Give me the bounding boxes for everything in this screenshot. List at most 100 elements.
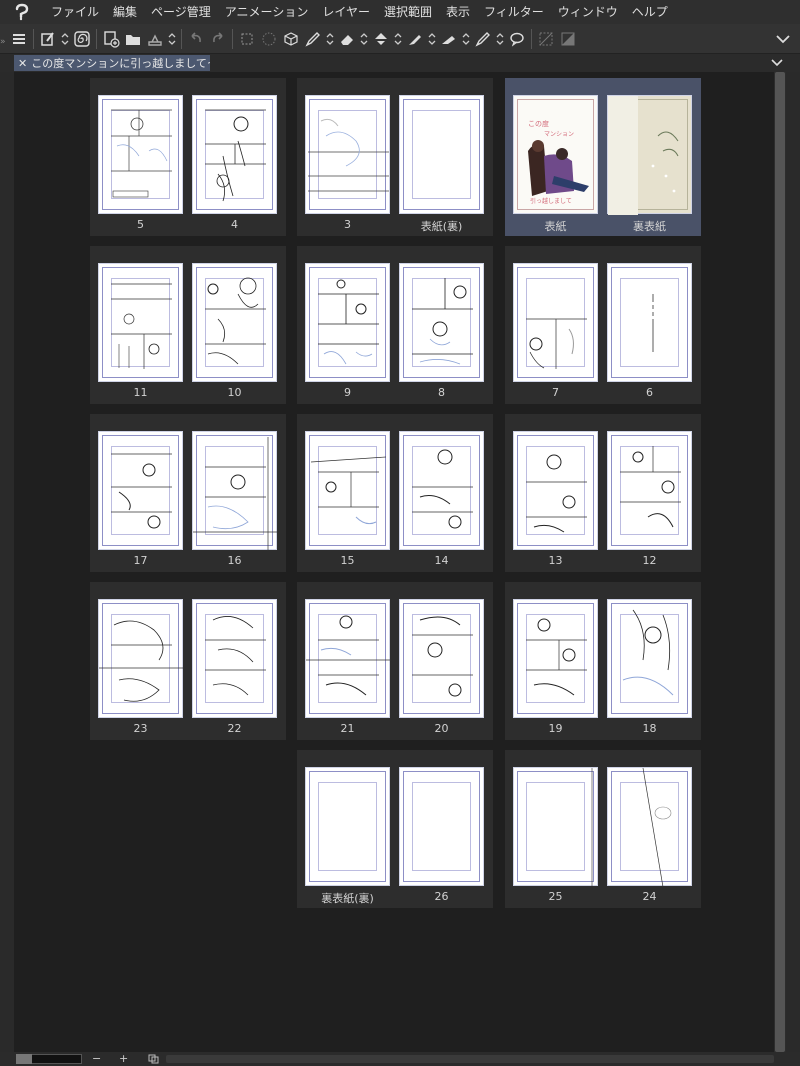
page-thumbnail-21[interactable] xyxy=(305,599,391,718)
marker-icon[interactable] xyxy=(404,26,426,52)
spread-7-6[interactable]: 7 6 xyxy=(505,246,701,404)
page-thumbnail-cover[interactable]: この度 マンション 引っ越しまして xyxy=(513,95,598,214)
page-thumbnail-11[interactable] xyxy=(98,263,183,382)
spread-21-20[interactable]: 21 20 xyxy=(297,582,493,740)
page-thumbnail-7[interactable] xyxy=(513,263,598,382)
redo-icon[interactable] xyxy=(207,26,229,52)
spread-cover[interactable]: この度 マンション 引っ越しまして 表紙 裏表紙 xyxy=(505,78,701,236)
eraser-icon[interactable] xyxy=(336,26,358,52)
hamburger-menu-icon[interactable] xyxy=(8,26,30,52)
new-page-icon[interactable] xyxy=(37,26,59,52)
menu-edit[interactable]: 編集 xyxy=(106,0,144,24)
updown-icon[interactable] xyxy=(392,26,404,52)
separator xyxy=(531,28,532,49)
zoom-out-button[interactable]: − xyxy=(92,1052,101,1066)
menu-layer[interactable]: レイヤー xyxy=(315,0,377,24)
pen-icon[interactable] xyxy=(302,26,324,52)
updown-icon[interactable] xyxy=(494,26,506,52)
page-number-label: 20 xyxy=(434,722,449,735)
page-thumbnail-cover-inside[interactable] xyxy=(399,95,484,214)
spread-23-22[interactable]: 23 22 xyxy=(90,582,286,740)
updown-icon[interactable] xyxy=(358,26,370,52)
page-thumbnail-8[interactable] xyxy=(399,263,484,382)
pen-alt-icon[interactable] xyxy=(472,26,494,52)
horizontal-scrollbar[interactable] xyxy=(166,1055,774,1063)
spread-9-8[interactable]: 9 8 xyxy=(297,246,493,404)
page-thumbnail-back-cover[interactable] xyxy=(607,95,692,215)
zoom-in-button[interactable]: + xyxy=(119,1052,128,1066)
page-thumbnail-12[interactable] xyxy=(607,431,692,550)
panel-collapse-icon[interactable]: » xyxy=(0,29,8,48)
menu-view[interactable]: 表示 xyxy=(439,0,477,24)
updown-icon[interactable] xyxy=(426,26,438,52)
app-logo-icon[interactable] xyxy=(0,0,44,24)
3d-cube-icon[interactable] xyxy=(280,26,302,52)
clip-studio-window: ファイル 編集 ページ管理 アニメーション レイヤー 選択範囲 表示 フィルター… xyxy=(0,0,800,1066)
airbrush-icon[interactable] xyxy=(438,26,460,52)
document-tab[interactable]: ✕ この度マンションに引っ越しましてっ xyxy=(14,55,210,71)
spiral-icon[interactable] xyxy=(71,26,93,52)
close-tab-icon[interactable]: ✕ xyxy=(18,57,27,70)
page-thumbnail-18[interactable] xyxy=(607,599,692,718)
page-thumbnail-back-inside[interactable] xyxy=(305,767,390,886)
updown-icon[interactable] xyxy=(166,26,178,52)
zoom-slider-thumb[interactable] xyxy=(16,1054,32,1064)
lasso-icon[interactable] xyxy=(258,26,280,52)
page-thumbnail-19[interactable] xyxy=(513,599,598,718)
page-thumbnail-17[interactable] xyxy=(98,431,183,550)
page-thumbnail-22[interactable] xyxy=(192,599,277,718)
fit-view-icon[interactable] xyxy=(148,1054,159,1064)
spread-back-inside-26[interactable]: 裏表紙(裏) 26 xyxy=(297,750,493,908)
page-thumbnail-4[interactable] xyxy=(192,95,277,214)
spread-13-12[interactable]: 13 12 xyxy=(505,414,701,572)
page-label-cover: 表紙 xyxy=(544,220,567,233)
page-number-label: 6 xyxy=(646,386,653,399)
hide-selection-icon[interactable] xyxy=(535,26,557,52)
spread-25-24[interactable]: 25 24 xyxy=(505,750,701,908)
open-folder-icon[interactable] xyxy=(122,26,144,52)
menu-filter[interactable]: フィルター xyxy=(477,0,551,24)
transform-icon[interactable] xyxy=(236,26,258,52)
page-thumbnail-5[interactable] xyxy=(98,95,183,214)
page-thumbnail-14[interactable] xyxy=(399,431,484,550)
page-thumbnail-10[interactable] xyxy=(192,263,277,382)
menu-file[interactable]: ファイル xyxy=(44,0,106,24)
spread-17-16[interactable]: 17 16 xyxy=(90,414,286,572)
page-thumbnail-9[interactable] xyxy=(305,263,390,382)
page-number-label: 19 xyxy=(548,722,563,735)
page-thumbnail-6[interactable] xyxy=(607,263,692,382)
spread-15-14[interactable]: 15 14 xyxy=(297,414,493,572)
vertical-scrollbar-thumb[interactable] xyxy=(775,72,785,1052)
save-icon[interactable] xyxy=(144,26,166,52)
page-thumbnail-20[interactable] xyxy=(399,599,484,718)
menu-help[interactable]: ヘルプ xyxy=(625,0,675,24)
page-thumbnail-15[interactable] xyxy=(305,431,390,550)
tone-icon[interactable] xyxy=(557,26,579,52)
menu-window[interactable]: ウィンドウ xyxy=(551,0,625,24)
page-thumbnail-3[interactable] xyxy=(305,95,390,214)
page-thumbnail-26[interactable] xyxy=(399,767,484,886)
menu-animation[interactable]: アニメーション xyxy=(218,0,316,24)
page-thumbnail-23[interactable] xyxy=(98,599,184,718)
menu-page-management[interactable]: ページ管理 xyxy=(144,0,218,24)
page-thumbnail-16[interactable] xyxy=(192,431,278,551)
add-page-icon[interactable] xyxy=(100,26,122,52)
page-manager-canvas[interactable]: 5 4 3 表紙(裏) この度 マンション 引っ越しまして 表紙 裏表紙 11 … xyxy=(14,72,774,1052)
spread-11-10[interactable]: 11 10 xyxy=(90,246,286,404)
page-thumbnail-13[interactable] xyxy=(513,431,598,550)
spread-3-cover-back[interactable]: 3 表紙(裏) xyxy=(297,78,493,236)
fill-icon[interactable] xyxy=(370,26,392,52)
updown-icon[interactable] xyxy=(324,26,336,52)
vertical-scrollbar[interactable] xyxy=(774,72,786,1052)
page-thumbnail-24[interactable] xyxy=(607,767,692,887)
chevron-down-icon[interactable] xyxy=(772,26,794,52)
speech-bubble-icon[interactable] xyxy=(506,26,528,52)
updown-icon[interactable] xyxy=(460,26,472,52)
spread-19-18[interactable]: 19 18 xyxy=(505,582,701,740)
spread-5-4[interactable]: 5 4 xyxy=(90,78,286,236)
undo-icon[interactable] xyxy=(185,26,207,52)
menu-selection[interactable]: 選択範囲 xyxy=(377,0,439,24)
page-thumbnail-25[interactable] xyxy=(513,767,598,887)
updown-icon[interactable] xyxy=(59,26,71,52)
tab-list-chevron-icon[interactable] xyxy=(770,56,784,70)
